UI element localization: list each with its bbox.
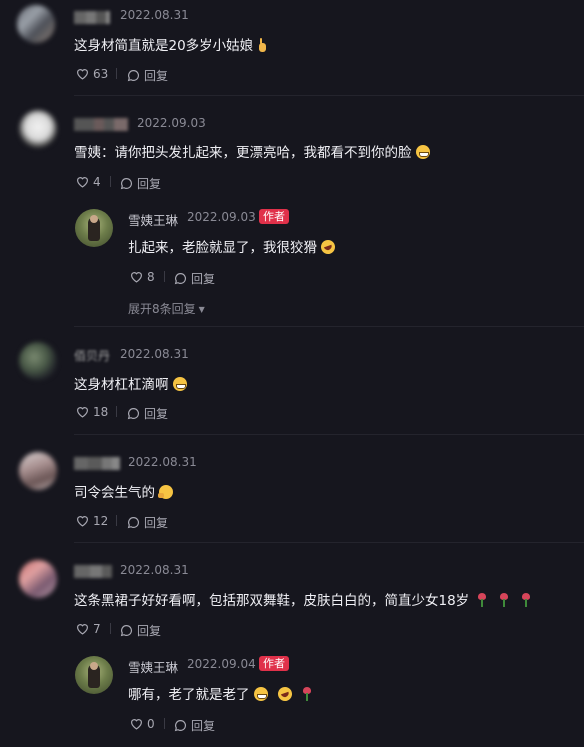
pointing-up-emoji-icon <box>257 38 267 52</box>
heart-icon <box>77 516 88 527</box>
like-button[interactable]: 8 <box>130 270 155 284</box>
thinking-emoji-icon <box>158 485 173 499</box>
speech-bubble-icon <box>174 273 186 285</box>
author-badge: 作者 <box>259 656 289 671</box>
comment-text-content: 这身材杠杠滴啊 <box>74 377 169 393</box>
speech-bubble-icon <box>127 408 139 420</box>
like-button[interactable]: 4 <box>76 175 101 189</box>
rose-emoji-icon <box>521 593 531 607</box>
speech-bubble-icon <box>120 178 132 190</box>
author-avatar[interactable] <box>75 209 113 247</box>
rose-emoji-icon <box>499 593 509 607</box>
reply-date: 2022.09.03 <box>187 210 256 224</box>
avatar[interactable] <box>19 560 57 598</box>
comment-date: 2022.08.31 <box>120 8 189 22</box>
avatar[interactable] <box>17 5 55 43</box>
username[interactable] <box>74 563 112 578</box>
grinning-emoji-icon <box>415 145 430 159</box>
username[interactable]: 佰贝丹 <box>74 347 110 363</box>
heart-icon <box>77 624 88 635</box>
heart-icon <box>131 272 142 283</box>
comment-text: 这身材杠杠滴啊 <box>74 373 187 393</box>
comment-text: 这条黑裙子好好看啊，包括那双舞鞋，皮肤白白的，简直少女18岁 <box>74 589 531 609</box>
like-button[interactable]: 63 <box>76 67 108 81</box>
rofl-emoji-icon <box>319 238 337 256</box>
reply-label: 回复 <box>137 177 162 191</box>
comment-text: 司令会生气的 <box>74 481 173 501</box>
reply-button[interactable]: 回复 <box>120 175 161 192</box>
like-count: 7 <box>93 622 101 636</box>
comment-text: 雪姨：请你把头发扎起来，更漂亮哈，我都看不到你的脸 <box>74 141 430 161</box>
comment-date: 2022.08.31 <box>120 347 189 361</box>
like-count: 4 <box>93 175 101 189</box>
username[interactable] <box>74 116 128 131</box>
rofl-emoji-icon <box>275 685 294 703</box>
reply-author-name[interactable]: 雪姨王琳 <box>128 657 178 676</box>
like-count: 12 <box>93 514 109 528</box>
reply-author-name[interactable]: 雪姨王琳 <box>128 210 178 229</box>
reply-text-content: 哪有，老了就是老了 <box>128 687 250 703</box>
comment-date: 2022.08.31 <box>128 455 197 469</box>
reply-button[interactable]: 回复 <box>174 717 215 734</box>
comment-text-content: 这条黑裙子好好看啊，包括那双舞鞋，皮肤白白的，简直少女18岁 <box>74 593 470 609</box>
comment-text-content: 司令会生气的 <box>74 485 155 501</box>
reply-button[interactable]: 回复 <box>127 514 168 531</box>
heart-icon <box>77 177 88 188</box>
reply-button[interactable]: 回复 <box>127 67 168 84</box>
author-avatar[interactable] <box>75 656 113 694</box>
reply-text: 扎起来，老脸就显了，我很狡猾 <box>128 236 337 256</box>
chevron-down-icon: ▼ <box>198 305 205 314</box>
grinning-emoji-icon <box>253 687 268 701</box>
reply-button[interactable]: 回复 <box>174 270 215 287</box>
avatar[interactable] <box>19 342 57 380</box>
heart-icon <box>131 719 142 730</box>
username[interactable] <box>74 455 120 470</box>
reply-label: 回复 <box>144 516 169 530</box>
rose-emoji-icon <box>477 593 487 607</box>
reply-label: 回复 <box>144 69 169 83</box>
like-count: 18 <box>93 405 109 419</box>
reply-label: 回复 <box>191 719 216 733</box>
like-button[interactable]: 18 <box>76 405 108 419</box>
like-count: 63 <box>93 67 109 81</box>
speech-bubble-icon <box>120 625 132 637</box>
comment-text: 这身材简直就是20多岁小姑娘 <box>74 34 267 54</box>
avatar[interactable] <box>19 452 57 490</box>
comment-date: 2022.09.03 <box>137 116 206 130</box>
reply-button[interactable]: 回复 <box>127 405 168 422</box>
reply-date: 2022.09.04 <box>187 657 256 671</box>
like-button[interactable]: 7 <box>76 622 101 636</box>
avatar[interactable] <box>19 110 57 148</box>
reply-label: 回复 <box>144 407 169 421</box>
rose-emoji-icon <box>302 687 312 701</box>
comment-text-content: 雪姨：请你把头发扎起来，更漂亮哈，我都看不到你的脸 <box>74 145 412 161</box>
like-button[interactable]: 12 <box>76 514 108 528</box>
reply-label: 回复 <box>137 624 162 638</box>
expand-replies-button[interactable]: 展开8条回复 ▼ <box>128 300 205 317</box>
like-count: 8 <box>147 270 155 284</box>
reply-text: 哪有，老了就是老了 <box>128 683 312 703</box>
author-badge: 作者 <box>259 209 289 224</box>
username-text: 佰贝丹 <box>74 349 111 363</box>
like-button[interactable]: 0 <box>130 717 155 731</box>
reply-text-content: 扎起来，老脸就显了，我很狡猾 <box>128 240 317 256</box>
heart-icon <box>77 407 88 418</box>
speech-bubble-icon <box>127 70 139 82</box>
reply-button[interactable]: 回复 <box>120 622 161 639</box>
comment-date: 2022.08.31 <box>120 563 189 577</box>
heart-icon <box>77 69 88 80</box>
speech-bubble-icon <box>174 720 186 732</box>
expand-replies-label: 展开8条回复 <box>128 302 196 316</box>
grinning-emoji-icon <box>172 377 187 391</box>
reply-label: 回复 <box>191 272 216 286</box>
username[interactable] <box>74 9 110 24</box>
speech-bubble-icon <box>127 517 139 529</box>
comment-text-content: 这身材简直就是20多岁小姑娘 <box>74 38 254 54</box>
like-count: 0 <box>147 717 155 731</box>
